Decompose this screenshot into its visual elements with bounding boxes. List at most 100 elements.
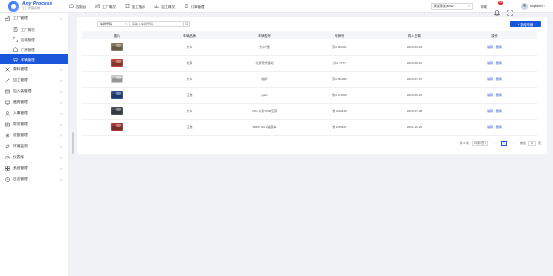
vehicle-thumbnail[interactable] [111,75,123,83]
sidebar-group-9[interactable]: 人事管理 ˅ [0,108,68,119]
sidebar-item-3[interactable]: 厂房管理 [0,44,68,54]
sidebar-group-14[interactable]: 系统管理 ˅ [0,163,68,174]
delete-button[interactable]: 删除 [496,77,502,81]
edit-button[interactable]: 编辑 [487,77,493,81]
nav-item-order-management[interactable]: 订单管理 [184,4,204,9]
delete-button[interactable]: 删除 [496,61,502,65]
sidebar-group-5[interactable]: 原料管理 ˅ [0,64,68,75]
column-header-date[interactable]: 购入日期 [377,31,452,39]
nav-item-processing-overview[interactable]: 加工概况 [154,4,175,9]
brand[interactable]: Any Process 工厂管理系统 [0,0,69,13]
chevron-down-icon: ˅ [60,111,62,116]
nav-item-label: 工厂概况 [102,4,116,9]
edit-button[interactable]: 编辑 [487,61,493,65]
vehicle-thumbnail[interactable] [111,123,123,131]
vehicle-icon [13,57,18,61]
scrollbar[interactable] [72,132,74,154]
cell-plate: 鲁 D05947 [302,119,377,136]
document-icon [125,4,129,8]
nav-item-console[interactable]: 控制台 [69,4,86,9]
delete-button[interactable]: 删除 [496,45,502,49]
table-row[interactable]: 江淮 gato 鲁A·D1502 2023-05-01 编辑|删除 [82,87,537,104]
cloud-icon [69,4,74,8]
search-input[interactable] [130,21,184,27]
dashboard-icon [5,156,10,159]
edit-button[interactable]: 编辑 [487,45,493,49]
delete-button[interactable]: 删除 [496,93,502,97]
sidebar-group-0[interactable]: 工厂管理 ˄ [0,13,68,24]
vehicle-thumbnail[interactable] [111,42,123,51]
search-button[interactable] [184,21,190,27]
help-link[interactable]: 帮助 [481,4,487,9]
avatar[interactable] [521,2,529,10]
sidebar-item-label: 人事管理 [13,111,28,115]
table-row[interactable]: 北京 北京现代悦动 沪A·7777 2023-08-01 编辑|删除 [82,55,537,72]
next-page-button[interactable]: › [509,141,515,146]
column-header-model[interactable]: 车辆型号 [227,31,302,39]
search-icon [184,22,189,26]
cell-date: 2023-07-07 [377,71,452,88]
cell-actions: 编辑|删除 [452,103,537,120]
brand-logo-icon [8,0,19,12]
pagination: 共 6 条 10条/页 ▾ ‹ 1 › 前往 页 [77,139,547,147]
brand-text: Any Process 工厂管理系统 [22,2,52,10]
delete-button[interactable]: 删除 [496,125,502,129]
vehicle-list-card: 车牌号码 ▾ + 新增车辆 图片 车辆品牌 车辆型号 车牌号 购入日期 操作 大… [77,17,547,154]
cell-actions: 编辑|删除 [452,119,537,136]
fullscreen-icon [507,10,513,16]
notification-button[interactable]: 10 [493,1,504,16]
factory-icon [5,16,10,21]
edit-button[interactable]: 编辑 [487,93,493,97]
fullscreen-button[interactable] [507,3,513,16]
cell-plate: 鲁A·D1502 [302,87,377,104]
cell-image [82,39,152,56]
page-number-current[interactable]: 1 [500,140,507,146]
delete-button[interactable]: 删除 [496,109,502,113]
sidebar-group-10[interactable]: 财务管理 ˅ [0,119,68,130]
sidebar-group-12[interactable]: 环境监测 ˅ [0,141,68,152]
column-header-plate[interactable]: 车牌号 [302,31,377,39]
nav-item-factory-overview[interactable]: 工厂概况 [95,4,116,9]
nav-item-processing-instructions[interactable]: 加工指示 [125,4,145,9]
sidebar-item-2[interactable]: 区域管理 [0,34,68,44]
add-vehicle-button[interactable]: + 新增车辆 [510,21,541,27]
cell-image [82,119,152,136]
chevron-down-icon: ˅ [60,100,62,105]
cell-model: gato [227,87,302,104]
sidebar-group-13[interactable]: 仪表库 ˅ [0,152,68,163]
edit-button[interactable]: 编辑 [487,125,493,129]
table-row[interactable]: 江淮 BMW G9-3速度车鲁 D05947 2021-12-25 编辑|删除 [82,119,537,136]
chevron-down-icon: ˅ [60,166,62,171]
sidebar-group-11[interactable]: 设备管理 ˅ [0,130,68,141]
sidebar-group-15[interactable]: 日志管理 ˅ [0,174,68,185]
table-row[interactable]: 大众 大众T型 京A·B0421 2023-09-18 编辑|删除 [82,39,537,56]
vehicle-thumbnail[interactable] [111,107,123,115]
table-row[interactable]: 大众 VIKI 众泰T500空调鲁 H60448 2022-07-08 编辑|删除 [82,103,537,120]
filter-field-select[interactable]: 车牌号码 ▾ [97,21,130,27]
sidebar-group-8[interactable]: 器具管理 ˅ [0,97,68,108]
sidebar-group-7[interactable]: 加入装管理 ˅ [0,86,68,97]
sidebar-group-6[interactable]: 加工管理 ˅ [0,75,68,86]
goto-page-input[interactable] [527,140,536,146]
plant-icon [13,46,18,52]
tenant-select[interactable]: 测试测试(BSW... ▾ [430,2,473,10]
edit-button[interactable]: 编辑 [487,109,493,113]
sidebar-item-4[interactable]: 车辆管理 [0,54,68,64]
vehicle-thumbnail[interactable] [111,91,123,99]
user-name[interactable]: anylaimi [530,4,542,8]
cell-actions: 编辑|删除 [452,87,537,104]
column-header-brand[interactable]: 车辆品牌 [152,31,227,39]
settings-icon [5,166,10,171]
sidebar-item-label: 工厂管理 [13,16,28,20]
table-row[interactable]: 大众 帕萨 京A·B1282 2023-07-07 编辑|删除 [82,71,537,88]
column-header-image[interactable]: 图片 [82,31,152,39]
sidebar-item-1[interactable]: 工厂概况 [0,24,68,34]
prev-page-button[interactable]: ‹ [493,141,499,146]
sidebar-item-label: 系统管理 [13,166,28,170]
action-divider: | [494,109,495,113]
sidebar-item-label: 加工管理 [13,78,28,82]
list-icon [184,4,188,8]
vehicle-thumbnail[interactable] [111,59,123,67]
page-size-select[interactable]: 10条/页 ▾ [471,140,488,146]
chevron-down-icon: ▾ [125,22,127,26]
